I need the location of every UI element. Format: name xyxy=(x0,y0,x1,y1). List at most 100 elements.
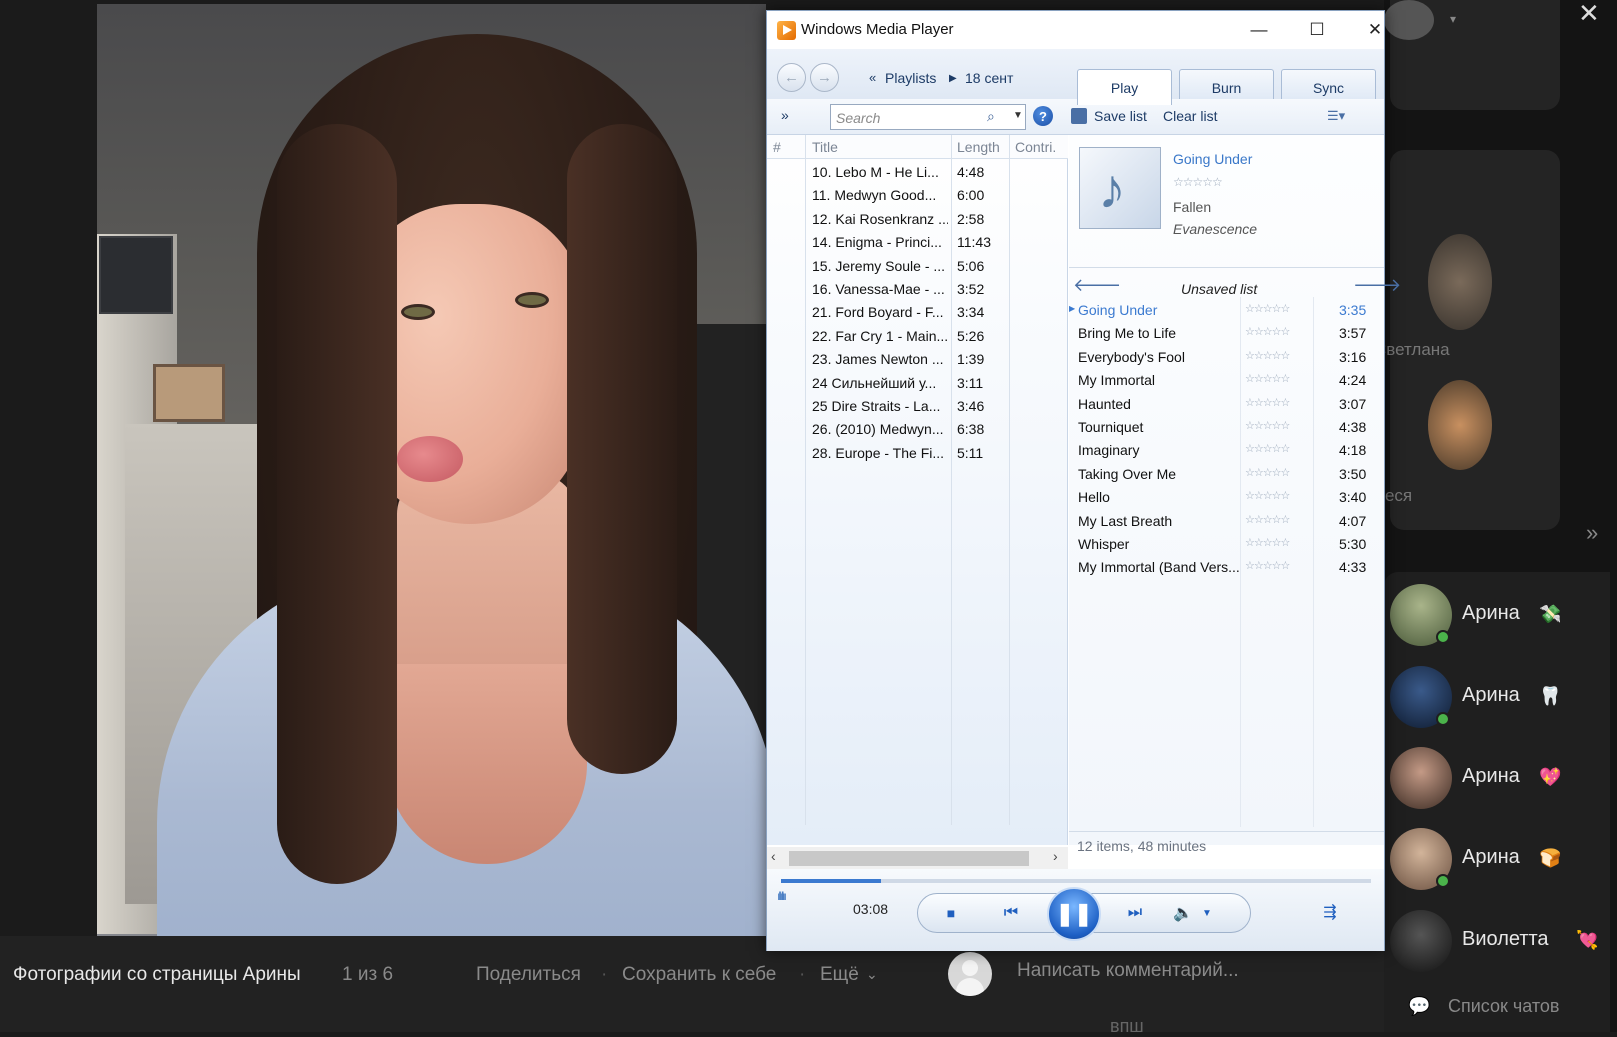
close-button[interactable]: ✕ xyxy=(1353,15,1397,45)
photo-counter: 1 из 6 xyxy=(342,964,394,985)
list-item[interactable]: Hello ☆☆☆☆☆ 3:40 xyxy=(1069,486,1384,510)
scrollbar-thumb[interactable] xyxy=(789,851,1029,866)
column-number[interactable]: # xyxy=(773,139,781,155)
list-item[interactable]: Tourniquet ☆☆☆☆☆ 4:38 xyxy=(1069,416,1384,440)
list-item[interactable]: My Last Breath ☆☆☆☆☆ 4:07 xyxy=(1069,510,1384,534)
previous-list-arrow-icon[interactable]: 🡐 xyxy=(1073,275,1121,296)
maximize-button[interactable]: ☐ xyxy=(1295,15,1339,45)
table-row[interactable]: 24 Сильнейший у... 3:11 xyxy=(767,372,1068,396)
photo[interactable] xyxy=(97,4,766,936)
chevron-down-icon[interactable]: ▾ xyxy=(1450,12,1456,26)
search-icon[interactable]: ⌕ xyxy=(987,108,995,125)
breadcrumb-playlist[interactable]: 18 сент xyxy=(965,70,1013,86)
rating-stars[interactable]: ☆☆☆☆☆ xyxy=(1245,325,1290,338)
column-title[interactable]: Title xyxy=(812,139,838,155)
horizontal-scrollbar[interactable]: ‹ › xyxy=(767,847,1068,869)
clear-list-button[interactable]: Clear list xyxy=(1163,108,1217,124)
chat-item[interactable]: Виолетта 💘 xyxy=(1390,910,1610,980)
back-button[interactable]: ← xyxy=(777,63,806,92)
search-input[interactable]: Search ⌕ ▼ xyxy=(830,104,1026,130)
table-row[interactable]: 28. Europe - The Fi... 5:11 xyxy=(767,442,1068,466)
rating-stars[interactable]: ☆☆☆☆☆ xyxy=(1245,442,1290,455)
pause-button[interactable]: ❚❚ xyxy=(1047,887,1101,941)
help-icon[interactable]: ? xyxy=(1033,106,1053,126)
title-bar[interactable]: Windows Media Player — ☐ ✕ xyxy=(767,11,1384,49)
table-row[interactable]: 23. James Newton ... 1:39 xyxy=(767,348,1068,372)
chat-item[interactable]: Арина 💸 xyxy=(1390,584,1610,654)
chevron-left-icon[interactable]: « xyxy=(869,70,876,85)
expand-icon[interactable]: » xyxy=(781,107,789,123)
minimize-button[interactable]: — xyxy=(1237,15,1281,45)
previous-button[interactable]: ⏮ xyxy=(983,901,1039,925)
playlist-footer: 12 items, 48 minutes xyxy=(1069,831,1384,857)
volume-icon[interactable]: 🔈 xyxy=(1171,901,1195,925)
rating-stars[interactable]: ☆☆☆☆☆ xyxy=(1245,513,1290,526)
list-item[interactable]: Taking Over Me ☆☆☆☆☆ 3:50 xyxy=(1069,463,1384,487)
track-title: 28. Europe - The Fi... xyxy=(812,444,945,461)
track-length: 2:58 xyxy=(957,210,985,227)
table-row[interactable]: 14. Enigma - Princi... 11:43 xyxy=(767,231,1068,255)
expand-icon[interactable]: » xyxy=(1586,520,1598,546)
current-song[interactable]: Going Under xyxy=(1173,151,1252,167)
rating-stars[interactable]: ☆☆☆☆☆ xyxy=(1245,349,1290,362)
save-to-self-button[interactable]: Сохранить к себе xyxy=(622,964,776,986)
scroll-right-icon[interactable]: › xyxy=(1053,848,1058,864)
chevron-down-icon[interactable]: ⌄ xyxy=(866,966,878,983)
comment-input[interactable]: Написать комментарий... xyxy=(1017,960,1239,982)
chat-item[interactable]: Арина 💖 xyxy=(1390,747,1610,817)
table-row[interactable]: 22. Far Cry 1 - Main... 5:26 xyxy=(767,325,1068,349)
forward-button[interactable]: → xyxy=(810,63,839,92)
current-artist: Evanescence xyxy=(1173,221,1258,237)
table-row[interactable]: 21. Ford Boyard - F... 3:34 xyxy=(767,301,1068,325)
next-list-arrow-icon[interactable]: 🡒 xyxy=(1353,275,1401,296)
chevron-down-icon[interactable]: ▼ xyxy=(1013,110,1023,121)
list-item[interactable]: My Immortal (Band Vers... ☆☆☆☆☆ 4:33 xyxy=(1069,556,1384,580)
close-icon[interactable]: ✕ xyxy=(1578,0,1600,29)
rating-stars[interactable]: ☆☆☆☆☆ xyxy=(1245,466,1290,479)
friend-avatar[interactable] xyxy=(1428,234,1492,330)
switch-to-now-playing-icon[interactable]: ⇶ xyxy=(1315,899,1345,925)
next-button[interactable]: ⏭ xyxy=(1107,901,1163,925)
song-length: 4:18 xyxy=(1339,442,1367,459)
list-item[interactable]: ▶ Going Under ☆☆☆☆☆ 3:35 xyxy=(1069,299,1384,323)
rating-stars[interactable]: ☆☆☆☆☆ xyxy=(1245,396,1290,409)
column-length[interactable]: Length xyxy=(957,139,1000,155)
chat-item[interactable]: Арина 🍞 xyxy=(1390,828,1610,898)
table-row[interactable]: 25 Dire Straits - La... 3:46 xyxy=(767,395,1068,419)
list-item[interactable]: Bring Me to Life ☆☆☆☆☆ 3:57 xyxy=(1069,322,1384,346)
table-row[interactable]: 10. Lebo M - He Li... 4:48 xyxy=(767,161,1068,185)
rating-stars[interactable]: ☆☆☆☆☆ xyxy=(1245,489,1290,502)
scroll-left-icon[interactable]: ‹ xyxy=(771,848,776,864)
rating-stars[interactable]: ☆☆☆☆☆ xyxy=(1245,302,1290,315)
list-item[interactable]: Haunted ☆☆☆☆☆ 3:07 xyxy=(1069,393,1384,417)
list-item[interactable]: Whisper ☆☆☆☆☆ 5:30 xyxy=(1069,533,1384,557)
friend-avatar[interactable] xyxy=(1428,380,1492,470)
rating-stars[interactable]: ☆☆☆☆☆ xyxy=(1245,536,1290,549)
list-item[interactable]: Imaginary ☆☆☆☆☆ 4:18 xyxy=(1069,439,1384,463)
list-title[interactable]: Unsaved list xyxy=(1181,281,1257,297)
table-row[interactable]: 11. Medwyn Good... 6:00 xyxy=(767,184,1068,208)
rating-stars[interactable]: ☆☆☆☆☆ xyxy=(1245,419,1290,432)
rating-stars[interactable]: ☆☆☆☆☆ xyxy=(1245,559,1290,572)
table-row[interactable]: 15. Jeremy Soule - ... 5:06 xyxy=(767,255,1068,279)
chat-item[interactable]: Арина 🦷 xyxy=(1390,666,1610,736)
table-row[interactable]: 12. Kai Rosenkranz ... 2:58 xyxy=(767,208,1068,232)
list-options-icon[interactable]: ☰▾ xyxy=(1327,108,1345,124)
save-list-button[interactable]: Save list xyxy=(1094,108,1147,124)
list-item[interactable]: My Immortal ☆☆☆☆☆ 4:24 xyxy=(1069,369,1384,393)
tab-play[interactable]: Play xyxy=(1077,69,1172,105)
volume-dropdown[interactable]: ▼ xyxy=(1197,901,1217,925)
list-item[interactable]: Everybody's Fool ☆☆☆☆☆ 3:16 xyxy=(1069,346,1384,370)
chat-list-button[interactable]: Список чатов xyxy=(1448,996,1560,1017)
song-title: Imaginary xyxy=(1078,442,1140,459)
share-button[interactable]: Поделиться xyxy=(476,964,581,986)
rating-stars[interactable]: ☆☆☆☆☆ xyxy=(1245,372,1290,385)
column-contributor[interactable]: Contri. xyxy=(1015,139,1056,155)
breadcrumb-playlists[interactable]: Playlists xyxy=(885,70,936,86)
stop-button[interactable]: ■ xyxy=(941,903,961,923)
rating-stars[interactable]: ☆☆☆☆☆ xyxy=(1173,175,1223,189)
table-row[interactable]: 16. Vanessa-Mae - ... 3:52 xyxy=(767,278,1068,302)
more-button[interactable]: Ещё xyxy=(820,964,859,986)
table-row[interactable]: 26. (2010) Medwyn... 6:38 xyxy=(767,418,1068,442)
seek-bar[interactable] xyxy=(781,879,1371,883)
